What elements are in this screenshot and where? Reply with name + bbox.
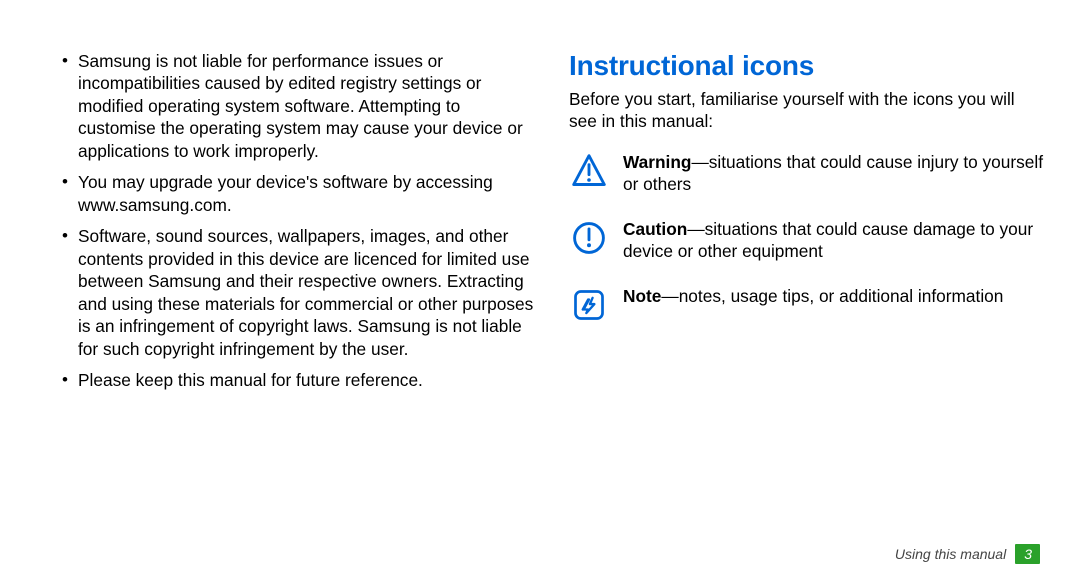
list-item: You may upgrade your device's software b… xyxy=(62,171,539,216)
page-number-badge: 3 xyxy=(1015,544,1040,564)
icon-definitions: Warning—situations that could cause inju… xyxy=(569,151,1046,325)
right-column: Instructional icons Before you start, fa… xyxy=(561,50,1046,562)
icon-row-warning: Warning—situations that could cause inju… xyxy=(569,151,1046,196)
icon-row-text: Note—notes, usage tips, or additional in… xyxy=(623,285,1046,307)
page-footer: Using this manual 3 xyxy=(895,544,1040,564)
bullet-list: Samsung is not liable for performance is… xyxy=(62,50,539,392)
bullet-text: Please keep this manual for future refer… xyxy=(78,370,423,390)
icon-label: Warning xyxy=(623,152,691,172)
section-title: Instructional icons xyxy=(569,50,1046,82)
manual-page: Samsung is not liable for performance is… xyxy=(0,0,1080,586)
icon-row-text: Warning—situations that could cause inju… xyxy=(623,151,1046,196)
bullet-text: Samsung is not liable for performance is… xyxy=(78,51,523,161)
warning-icon xyxy=(569,151,609,191)
icon-label: Caution xyxy=(623,219,687,239)
list-item: Software, sound sources, wallpapers, ima… xyxy=(62,225,539,360)
caution-icon xyxy=(569,218,609,258)
section-intro: Before you start, familiarise yourself w… xyxy=(569,88,1046,133)
bullet-text: You may upgrade your device's software b… xyxy=(78,172,493,214)
note-icon xyxy=(569,285,609,325)
left-column: Samsung is not liable for performance is… xyxy=(62,50,561,562)
icon-row-text: Caution—situations that could cause dama… xyxy=(623,218,1046,263)
footer-label: Using this manual xyxy=(895,546,1006,562)
icon-label: Note xyxy=(623,286,661,306)
bullet-text: Software, sound sources, wallpapers, ima… xyxy=(78,226,533,358)
list-item: Samsung is not liable for performance is… xyxy=(62,50,539,162)
list-item: Please keep this manual for future refer… xyxy=(62,369,539,391)
icon-row-note: Note—notes, usage tips, or additional in… xyxy=(569,285,1046,325)
icon-row-caution: Caution—situations that could cause dama… xyxy=(569,218,1046,263)
icon-desc: —notes, usage tips, or additional inform… xyxy=(661,286,1003,306)
